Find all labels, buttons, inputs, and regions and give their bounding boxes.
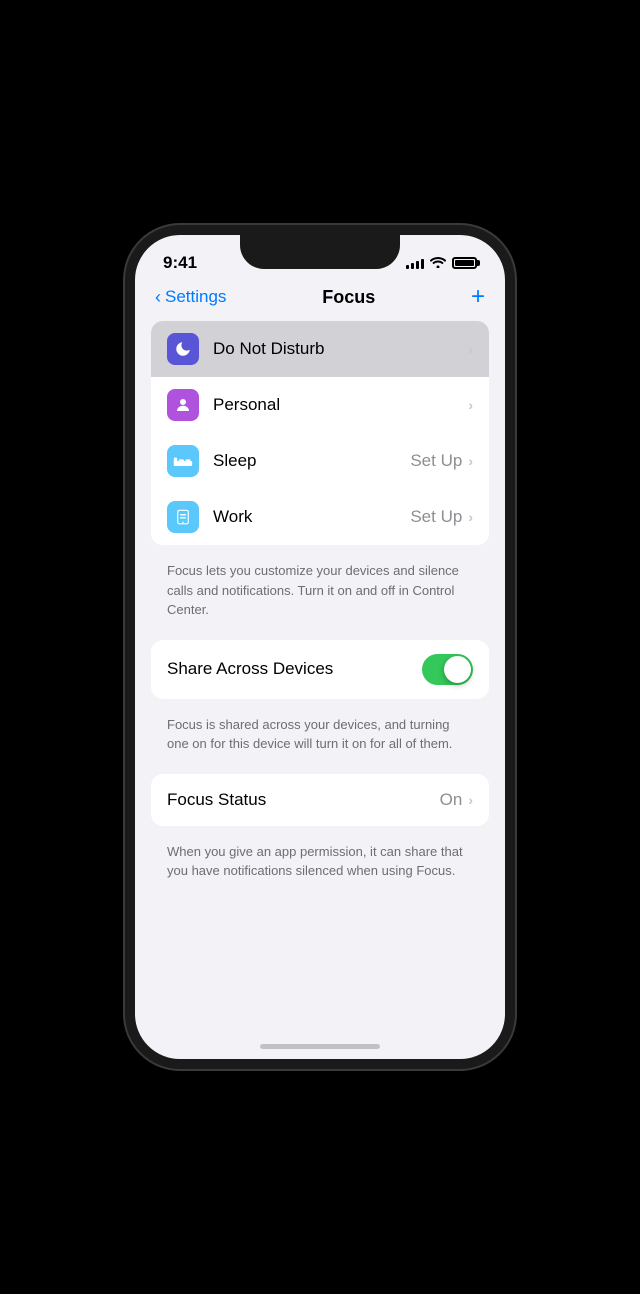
status-icons bbox=[406, 256, 477, 271]
signal-icon bbox=[406, 257, 424, 269]
page-title: Focus bbox=[322, 287, 375, 308]
share-across-devices-toggle[interactable] bbox=[422, 654, 473, 685]
content: Do Not Disturb › Personal › bbox=[135, 321, 505, 1035]
share-across-devices-label: Share Across Devices bbox=[167, 659, 422, 679]
wifi-icon bbox=[430, 256, 446, 271]
back-label: Settings bbox=[165, 287, 226, 307]
status-time: 9:41 bbox=[163, 253, 197, 273]
focus-status-value: On bbox=[440, 790, 463, 810]
back-chevron-icon: ‹ bbox=[155, 287, 161, 308]
chevron-icon: › bbox=[468, 341, 473, 357]
focus-status-section: Focus Status On › bbox=[151, 774, 489, 826]
bed-icon bbox=[167, 445, 199, 477]
chevron-icon: › bbox=[468, 792, 473, 808]
work-label: Work bbox=[213, 507, 410, 527]
nav-bar: ‹ Settings Focus + bbox=[135, 285, 505, 321]
moon-icon bbox=[167, 333, 199, 365]
focus-status-description: When you give an app permission, it can … bbox=[151, 834, 489, 901]
share-across-devices-row: Share Across Devices bbox=[151, 640, 489, 699]
focus-status-label: Focus Status bbox=[167, 790, 440, 810]
chevron-icon: › bbox=[468, 397, 473, 413]
chevron-icon: › bbox=[468, 509, 473, 525]
focus-status-row[interactable]: Focus Status On › bbox=[151, 774, 489, 826]
phone-frame: 9:41 ‹ Settings bbox=[125, 225, 515, 1069]
person-icon bbox=[167, 389, 199, 421]
list-item-personal[interactable]: Personal › bbox=[151, 377, 489, 433]
list-item-work[interactable]: Work Set Up › bbox=[151, 489, 489, 545]
do-not-disturb-label: Do Not Disturb bbox=[213, 339, 468, 359]
sleep-label: Sleep bbox=[213, 451, 410, 471]
work-value: Set Up bbox=[410, 507, 462, 527]
share-description: Focus is shared across your devices, and… bbox=[151, 707, 489, 774]
share-across-devices-section: Share Across Devices bbox=[151, 640, 489, 699]
toggle-knob bbox=[444, 656, 471, 683]
chevron-icon: › bbox=[468, 453, 473, 469]
focus-list: Do Not Disturb › Personal › bbox=[151, 321, 489, 545]
list-item-do-not-disturb[interactable]: Do Not Disturb › bbox=[151, 321, 489, 377]
home-indicator bbox=[260, 1044, 380, 1049]
list-item-sleep[interactable]: Sleep Set Up › bbox=[151, 433, 489, 489]
add-button[interactable]: + bbox=[471, 285, 485, 309]
back-button[interactable]: ‹ Settings bbox=[155, 287, 226, 308]
work-icon bbox=[167, 501, 199, 533]
notch bbox=[240, 235, 400, 269]
focus-description: Focus lets you customize your devices an… bbox=[151, 553, 489, 640]
personal-label: Personal bbox=[213, 395, 468, 415]
sleep-value: Set Up bbox=[410, 451, 462, 471]
battery-icon bbox=[452, 257, 477, 269]
